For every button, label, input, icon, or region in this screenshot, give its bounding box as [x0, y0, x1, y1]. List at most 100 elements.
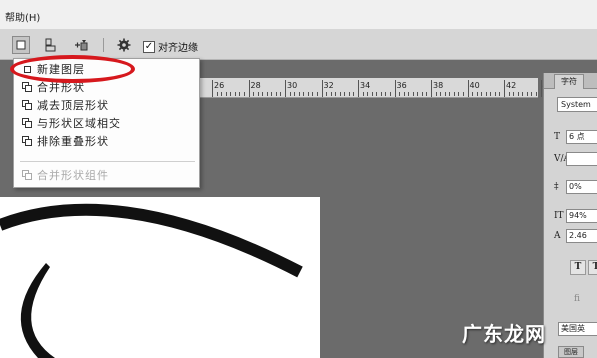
ruler-minor-tick [312, 92, 314, 96]
merge-components-icon [22, 169, 33, 181]
faux-italic-button[interactable]: T [588, 260, 597, 275]
ruler-minor-tick [417, 92, 419, 96]
tracking-field[interactable]: 0% [566, 180, 597, 194]
ruler-minor-tick [517, 92, 519, 96]
ruler-major-tick [540, 80, 542, 97]
ruler-label: 40 [469, 81, 480, 90]
subtract-front-icon [22, 99, 33, 111]
ruler-major-tick [212, 80, 213, 97]
crescent-shape [0, 203, 303, 358]
combine-shapes-icon [22, 81, 33, 93]
ruler-minor-tick [472, 92, 474, 96]
language-select[interactable]: 美国英 [558, 322, 597, 336]
font-size-icon: T [554, 132, 561, 142]
exclude-overlap-icon [22, 135, 33, 147]
ruler-minor-tick [481, 92, 483, 96]
ruler-label: 34 [360, 81, 371, 90]
ruler-major-tick [248, 80, 250, 97]
ruler-major-tick [285, 80, 286, 97]
menu-item-label: 排除重叠形状 [37, 135, 109, 148]
horizontal-ruler: 26283032343638404244 [200, 78, 574, 98]
ruler-minor-tick [408, 92, 410, 96]
path-alignment-icon [45, 38, 56, 52]
ruler-minor-tick [453, 92, 455, 96]
ruler-minor-tick [316, 92, 318, 96]
character-panel: 字符 System T 6 点 V/A ‡ 0% IT 94% A 2.46 T… [543, 73, 597, 358]
ruler-minor-tick [380, 92, 382, 96]
panel-tabs: 字符 [544, 73, 597, 89]
ruler-minor-tick [421, 92, 423, 96]
watermark: 广东龙网 [462, 322, 546, 346]
tab-layers[interactable]: 图层 [558, 346, 584, 358]
ruler-major-tick [431, 80, 432, 97]
ruler-label: 26 [214, 81, 225, 90]
menu-item-exclude-overlap[interactable]: 排除重叠形状 [14, 132, 199, 150]
kerning-field[interactable] [566, 152, 597, 166]
menu-help[interactable]: 帮助(H) [5, 9, 40, 24]
ruler-minor-tick [494, 92, 496, 96]
ruler-minor-tick [535, 92, 537, 96]
ruler-minor-tick [513, 92, 515, 96]
toolbar-separator [103, 38, 104, 52]
intersect-icon [22, 117, 33, 129]
ruler-minor-tick [225, 92, 227, 96]
ruler-major-tick [467, 80, 469, 97]
tab-character[interactable]: 字符 [554, 74, 584, 89]
ruler-minor-tick [348, 92, 350, 96]
ruler-label: 42 [506, 81, 517, 90]
align-edges-label: 对齐边缘 [158, 43, 198, 54]
path-alignment-button[interactable] [42, 36, 60, 54]
ruler-minor-tick [221, 92, 223, 96]
ruler-minor-tick [508, 92, 510, 96]
ligature-button[interactable]: fi [574, 294, 580, 304]
ruler-minor-tick [266, 92, 268, 96]
ruler-minor-tick [280, 92, 282, 96]
ruler-minor-tick [303, 92, 305, 96]
font-family-select[interactable]: System [557, 97, 597, 112]
menu-item-subtract-front[interactable]: 减去顶层形状 [14, 96, 199, 114]
ruler-minor-tick [403, 92, 405, 96]
ruler-minor-tick [444, 92, 446, 96]
menu-bar: 帮助(H) [0, 0, 597, 30]
align-edges-checkbox[interactable]: ✓ [143, 40, 155, 53]
vertical-scale-field[interactable]: 94% [566, 209, 597, 223]
ruler-label: 36 [396, 81, 407, 90]
path-operations-button[interactable] [12, 36, 30, 54]
ruler-minor-tick [499, 92, 501, 96]
align-edges-option[interactable]: ✓ 对齐边缘 [143, 39, 198, 54]
ruler-minor-tick [230, 92, 232, 96]
ruler-minor-tick [335, 92, 337, 96]
ruler-minor-tick [253, 92, 255, 96]
settings-button[interactable] [115, 36, 133, 54]
ruler-minor-tick [271, 92, 273, 96]
path-arrangement-button[interactable] [72, 36, 90, 54]
ruler-minor-tick [362, 92, 364, 96]
ruler-minor-tick [294, 92, 296, 96]
ruler-minor-tick [326, 92, 328, 96]
ruler-minor-tick [262, 92, 264, 96]
ruler-minor-tick [458, 92, 460, 96]
ruler-minor-tick [330, 92, 332, 96]
ruler-label: 28 [250, 81, 261, 90]
ruler-minor-tick [371, 92, 373, 96]
ruler-minor-tick [462, 92, 464, 96]
ruler-minor-tick [531, 92, 533, 96]
ruler-label: 32 [323, 81, 334, 90]
gear-icon [117, 38, 131, 52]
path-arrangement-icon [75, 40, 88, 51]
menu-item-label: 减去顶层形状 [37, 99, 109, 112]
document-canvas[interactable] [0, 197, 320, 358]
tracking-icon: ‡ [554, 182, 559, 192]
ruler-label: 30 [287, 81, 298, 90]
ruler-minor-tick [353, 92, 355, 96]
ruler-minor-tick [476, 92, 478, 96]
menu-item-label: 合并形状组件 [37, 169, 109, 182]
ruler-minor-tick [289, 92, 291, 96]
menu-item-intersect[interactable]: 与形状区域相交 [14, 114, 199, 132]
faux-bold-button[interactable]: T [570, 260, 586, 275]
baseline-field[interactable]: 2.46 [566, 229, 597, 243]
ruler-minor-tick [307, 92, 309, 96]
ruler-minor-tick [239, 92, 241, 96]
font-size-field[interactable]: 6 点 [566, 130, 597, 144]
ruler-minor-tick [257, 92, 259, 96]
